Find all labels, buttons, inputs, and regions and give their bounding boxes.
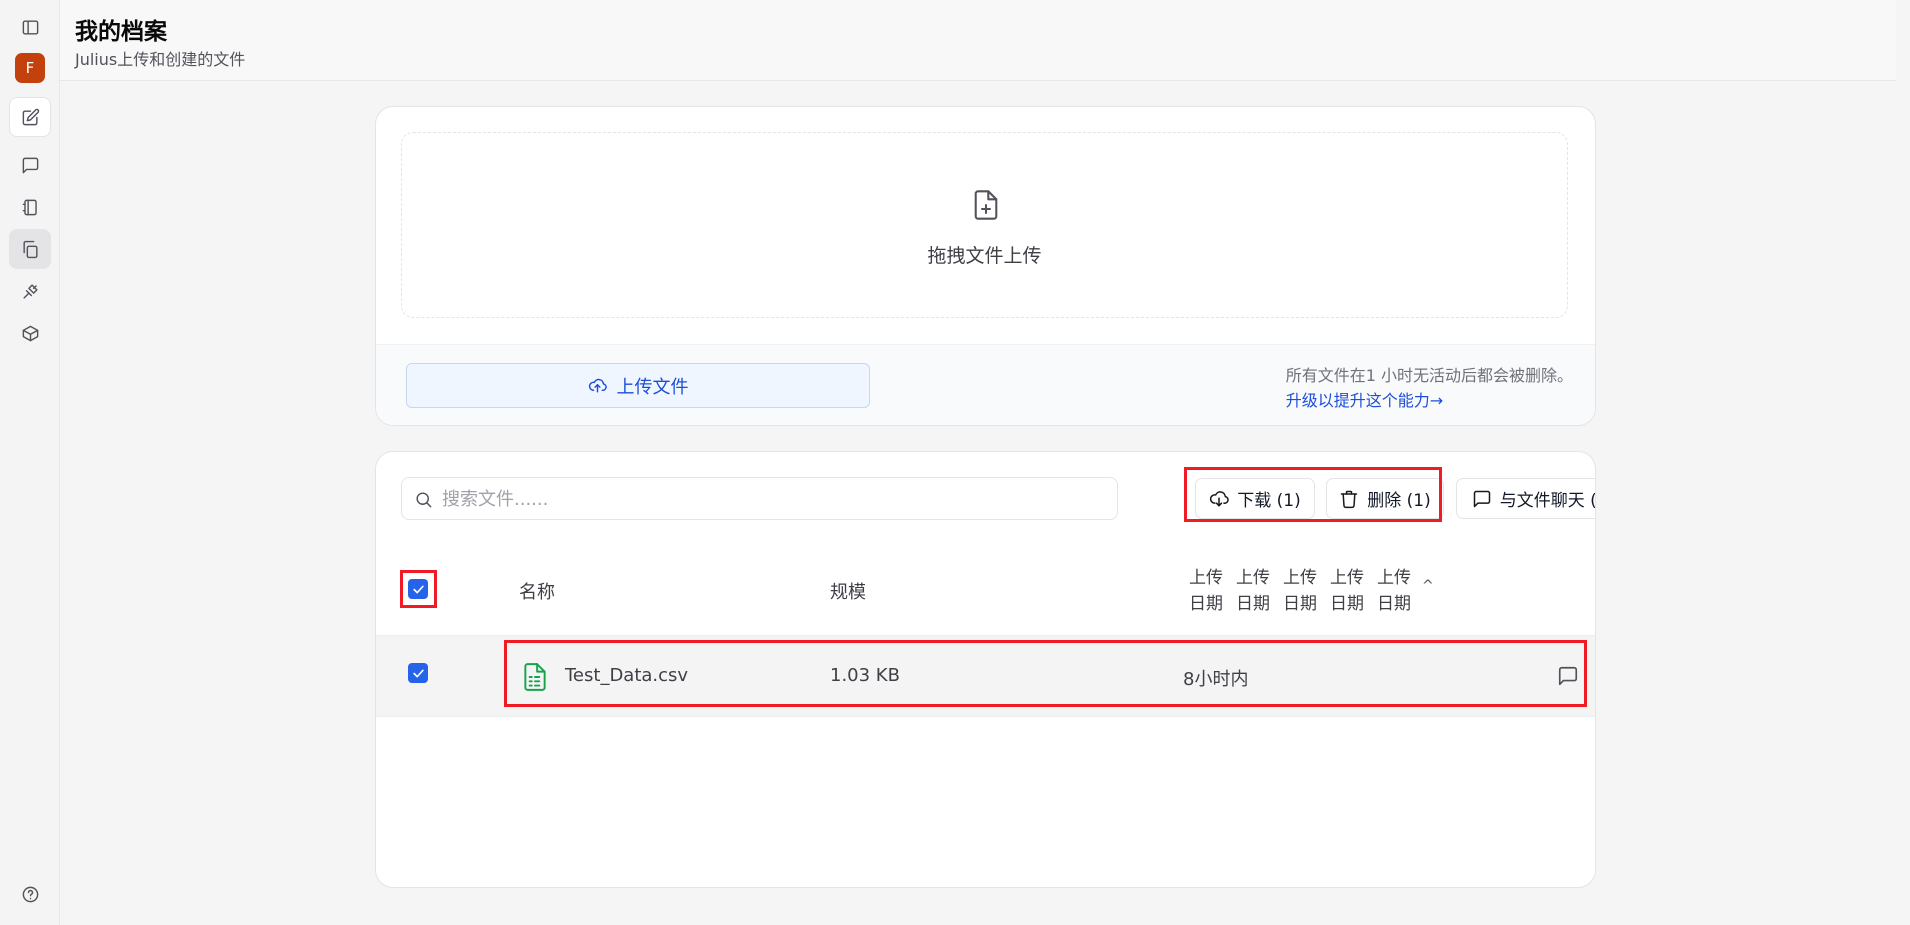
sidebar-item-integrations[interactable] [9,271,51,311]
panel-toggle-icon [22,19,38,35]
sidebar-item-files[interactable] [9,229,51,269]
page-header: 我的档案 Julius上传和创建的文件 [60,0,1896,81]
column-header-date[interactable]: 上传 日期 [1236,565,1272,617]
sidebar-toggle-button[interactable] [9,7,51,47]
column-header-date[interactable]: 上传 日期 [1189,565,1225,617]
retention-text: 所有文件在1 小时无活动后都会被删除。 [1285,366,1573,385]
column-header-date[interactable]: 上传 日期 [1377,565,1413,617]
column-header-date[interactable]: 上传 日期 [1283,565,1319,617]
avatar[interactable]: F [15,53,45,83]
chat-with-files-button[interactable]: 与文件聊天 (1) [1456,478,1595,519]
upgrade-link[interactable]: 升级以提升这个能力→ [1286,388,1573,413]
search-icon [416,492,432,508]
actions-highlight-box [1184,467,1442,522]
plugin-icon [22,283,38,299]
help-icon [22,886,38,902]
check-icon [412,669,424,677]
page-title: 我的档案 [75,19,167,45]
row-divider [376,716,1595,717]
select-all-highlight-box [400,570,437,608]
notebook-icon [22,199,37,215]
search-box [401,477,1118,520]
sidebar-item-chats[interactable] [9,145,51,185]
upload-card: 拖拽文件上传 上传文件 所有文件在1 小时无活动后都会被删除。 升级以提升这个能… [375,106,1596,426]
upload-file-label: 上传文件 [616,376,689,398]
sidebar-item-packages[interactable] [9,313,51,353]
cloud-upload-icon [588,378,607,393]
chat-icon [1473,490,1490,507]
sidebar-item-notebooks[interactable] [9,187,51,227]
chat-with-files-label: 与文件聊天 (1) [1499,491,1595,511]
files-icon [22,240,38,258]
upload-footer: 上传文件 所有文件在1 小时无活动后都会被删除。 升级以提升这个能力→ [376,344,1595,425]
page-subtitle: Julius上传和创建的文件 [75,50,246,69]
file-plus-icon [972,189,1000,221]
main-content: 我的档案 Julius上传和创建的文件 拖拽文件上传 上传文件 所有文件在1 小… [60,0,1896,925]
dropzone-label: 拖拽文件上传 [927,245,1042,267]
files-card: 下载 (1) 删除 (1) 与文件聊天 (1) 名称 规模 上传日期 上传日期 … [375,451,1596,888]
chat-icon [22,157,38,173]
new-chat-icon [22,108,39,125]
sort-ascending-icon[interactable]: ^ [1422,578,1434,594]
sidebar: F [0,0,60,925]
column-header-date[interactable]: 上传 日期 [1330,565,1366,617]
upload-retention-note: 所有文件在1 小时无活动后都会被删除。 升级以提升这个能力→ [1286,363,1573,413]
search-input[interactable] [442,483,1102,515]
row-highlight-box [504,640,1587,707]
row-checkbox[interactable] [408,663,428,683]
help-button[interactable] [9,874,51,914]
column-header-name[interactable]: 名称 [519,578,555,604]
column-header-size[interactable]: 规模 [830,578,866,604]
upload-file-button[interactable]: 上传文件 [406,363,870,408]
file-dropzone[interactable]: 拖拽文件上传 [401,132,1568,318]
new-chat-button[interactable] [9,97,51,137]
package-icon [22,325,38,341]
